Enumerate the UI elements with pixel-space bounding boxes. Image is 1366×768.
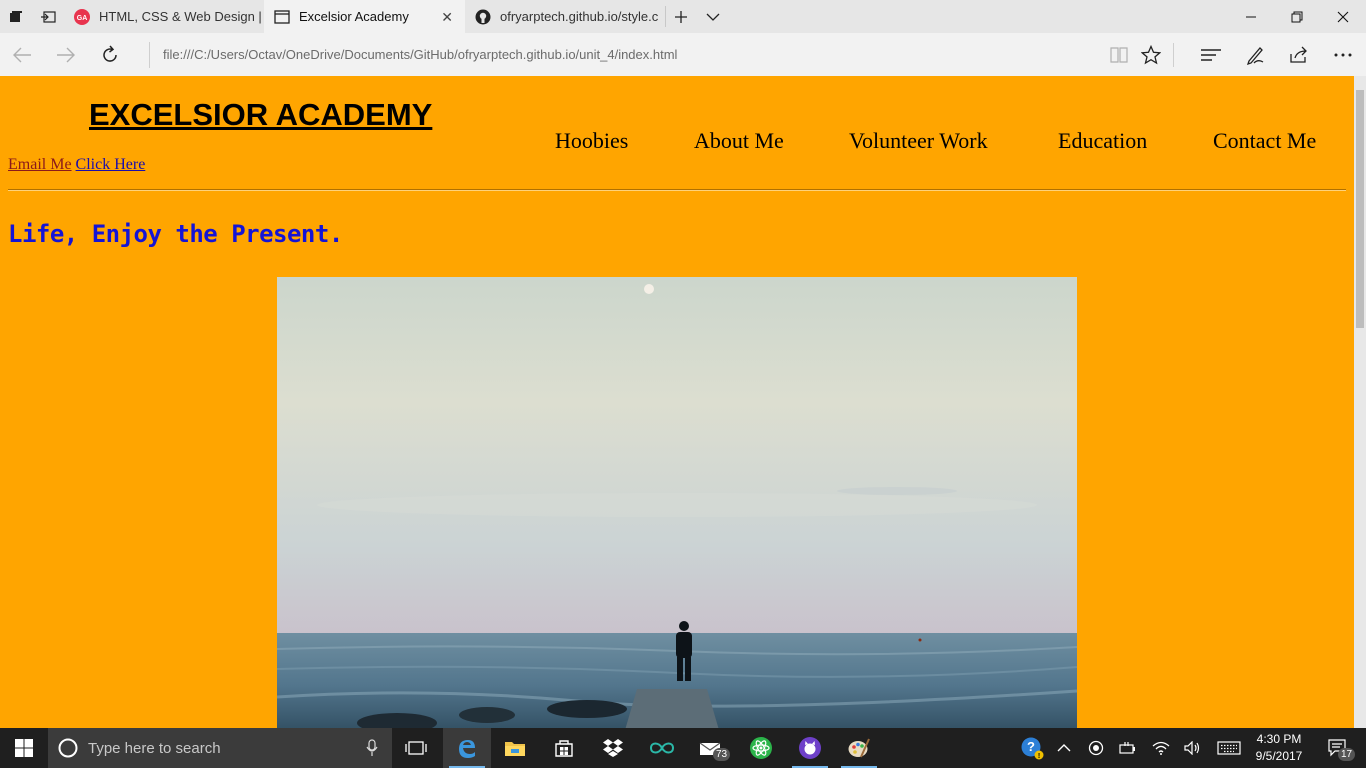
page-icon — [274, 9, 290, 25]
set-tabs-aside-icon[interactable] — [0, 0, 32, 33]
paint-palette-icon[interactable] — [835, 728, 883, 768]
toolbar-divider — [1173, 43, 1174, 67]
header-links: Email Me Click Here — [8, 156, 145, 174]
system-clock[interactable]: 4:30 PM 9/5/2017 — [1246, 731, 1312, 765]
search-placeholder: Type here to search — [88, 739, 221, 757]
web-note-pen-icon[interactable] — [1233, 33, 1277, 76]
github-desktop-icon[interactable] — [786, 728, 834, 768]
cortana-circle-icon — [58, 738, 78, 758]
more-options-icon[interactable] — [1321, 33, 1365, 76]
microphone-icon[interactable] — [366, 739, 378, 762]
header-divider — [8, 189, 1346, 191]
forward-arrow-icon[interactable] — [44, 33, 88, 76]
nav-item-about-me[interactable]: About Me — [694, 128, 784, 154]
hero-image — [277, 277, 1077, 728]
tab-github-style[interactable]: ofryarptech.github.io/style.c — [465, 0, 665, 33]
email-me-link[interactable]: Email Me — [8, 156, 72, 173]
show-hidden-icons-chevron-icon[interactable] — [1051, 728, 1077, 768]
touch-keyboard-icon[interactable] — [1213, 728, 1245, 768]
store-icon[interactable] — [540, 728, 588, 768]
volume-icon[interactable] — [1180, 728, 1206, 768]
scrollbar-thumb[interactable] — [1356, 90, 1364, 328]
navigation-bar: file:///C:/Users/Octav/OneDrive/Document… — [0, 33, 1366, 76]
nav-item-contact-me[interactable]: Contact Me — [1213, 128, 1316, 154]
tab-excelsior-academy[interactable]: Excelsior Academy ✕ — [264, 0, 465, 33]
arduino-infinity-icon[interactable] — [638, 728, 686, 768]
hub-icon[interactable] — [1189, 33, 1233, 76]
svg-text:!: ! — [1038, 753, 1040, 760]
minimize-icon[interactable] — [1228, 0, 1274, 33]
taskbar: Type here to search 73 ?! 4:30 PM 9/5/20… — [0, 728, 1366, 768]
edge-browser-icon[interactable] — [443, 728, 491, 768]
help-icon[interactable]: ?! — [1017, 728, 1047, 768]
click-here-link[interactable]: Click Here — [76, 156, 146, 173]
mail-count-badge: 73 — [713, 748, 731, 761]
site-navigation: Hoobies About Me Volunteer Work Educatio… — [0, 128, 1366, 158]
tab-strip: GA HTML, CSS & Web Design | Excelsior Ac… — [0, 0, 1366, 33]
taskbar-search-box[interactable]: Type here to search — [48, 728, 392, 768]
close-tab-icon[interactable]: ✕ — [441, 9, 453, 26]
github-icon — [475, 9, 491, 25]
file-explorer-icon[interactable] — [491, 728, 539, 768]
atom-editor-icon[interactable] — [737, 728, 785, 768]
mail-icon[interactable]: 73 — [687, 728, 735, 768]
windows-start-icon[interactable] — [0, 728, 48, 768]
tagline: Life, Enjoy the Present. — [8, 220, 343, 248]
clock-date: 9/5/2017 — [1255, 749, 1303, 763]
svg-text:?: ? — [1027, 739, 1035, 754]
restore-icon[interactable] — [1274, 0, 1320, 33]
ga-logo-icon: GA — [74, 8, 90, 25]
tab-title: ofryarptech.github.io/style.c — [500, 9, 659, 24]
new-tab-icon[interactable] — [665, 0, 697, 33]
close-window-icon[interactable] — [1320, 0, 1366, 33]
notification-count-badge: 17 — [1338, 748, 1356, 761]
favorite-star-icon[interactable] — [1129, 33, 1173, 76]
task-view-icon[interactable] — [392, 728, 440, 768]
record-target-icon[interactable] — [1083, 728, 1109, 768]
show-tabs-aside-icon[interactable] — [32, 0, 64, 33]
nav-item-hoobies[interactable]: Hoobies — [555, 128, 628, 154]
dropbox-icon[interactable] — [589, 728, 637, 768]
tab-preview-chevron-icon[interactable] — [697, 0, 729, 33]
tab-ga[interactable]: GA HTML, CSS & Web Design | — [64, 0, 265, 33]
address-field[interactable]: file:///C:/Users/Octav/OneDrive/Document… — [149, 42, 1089, 68]
nav-item-education[interactable]: Education — [1058, 128, 1147, 154]
wifi-icon[interactable] — [1148, 728, 1174, 768]
action-center-icon[interactable]: 17 — [1318, 728, 1358, 768]
svg-text:GA: GA — [77, 15, 88, 22]
refresh-icon[interactable] — [88, 33, 132, 76]
page-viewport: EXCELSIOR ACADEMY Email Me Click Here Ho… — [0, 76, 1366, 728]
battery-charging-icon[interactable] — [1115, 728, 1141, 768]
tab-title: Excelsior Academy — [299, 9, 409, 24]
tab-title: HTML, CSS & Web Design | — [99, 9, 262, 24]
share-icon[interactable] — [1277, 33, 1321, 76]
back-arrow-icon[interactable] — [0, 33, 44, 76]
clock-time: 4:30 PM — [1256, 732, 1302, 746]
nav-item-volunteer-work[interactable]: Volunteer Work — [849, 128, 988, 154]
